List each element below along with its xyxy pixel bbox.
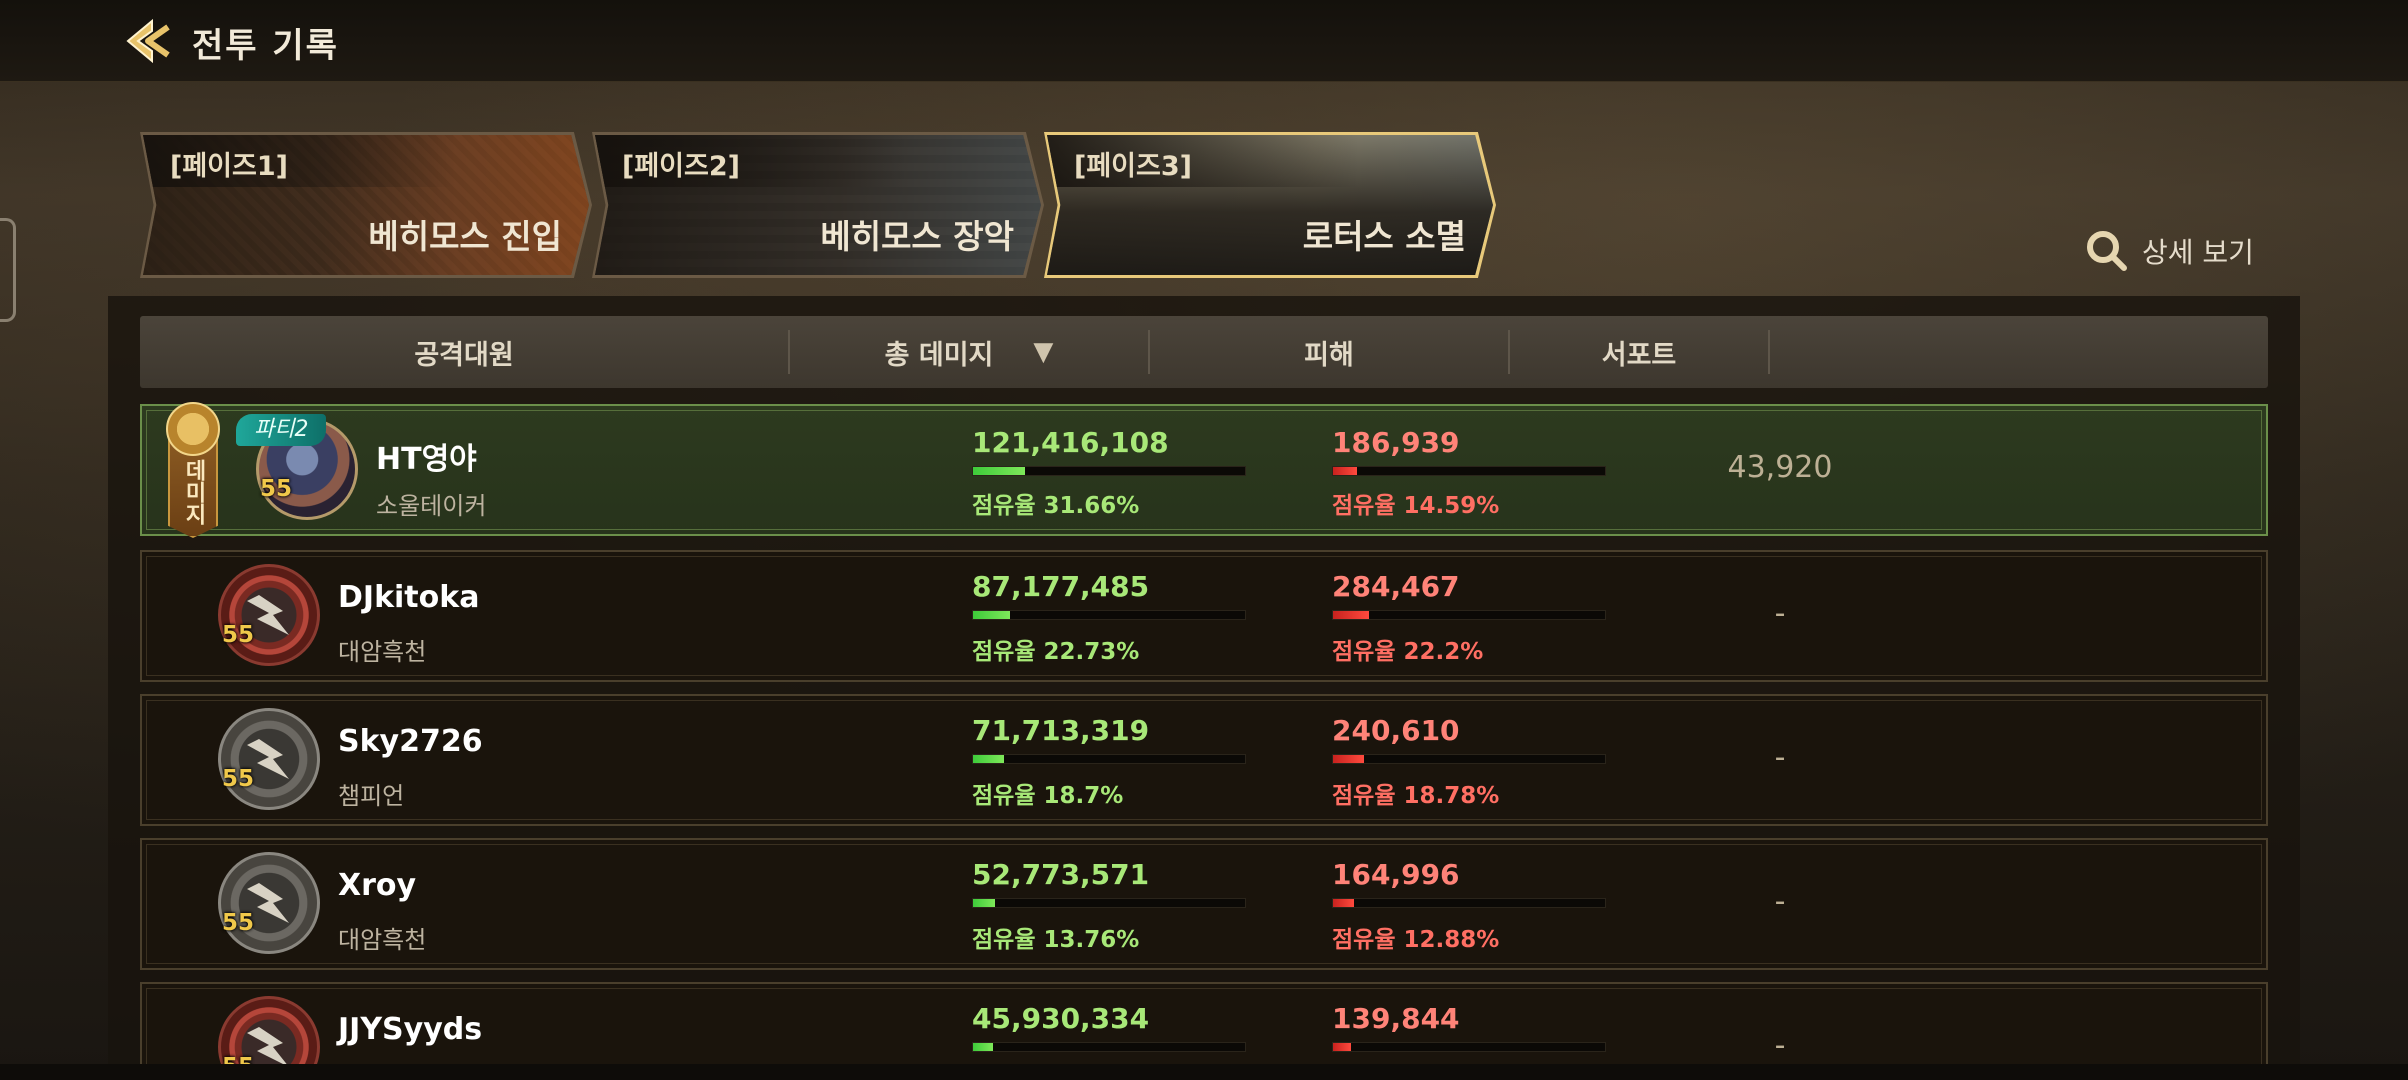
column-header-total-damage[interactable]: 총 데미지 ▼ <box>790 316 1148 388</box>
damage-bar <box>972 466 1246 476</box>
column-header-label: 총 데미지 <box>884 339 994 371</box>
player-name: HT영야 <box>376 442 477 477</box>
damage-taken-bar <box>1332 610 1606 620</box>
level-badge: 55 <box>260 476 293 502</box>
support-value: - <box>1774 740 1786 775</box>
table-row[interactable]: 55 DJkitoka 대암흑천 87,177,485 점유율 22.73% 2… <box>140 550 2268 682</box>
page-title: 전투 기록 <box>192 26 339 66</box>
sort-desc-icon: ▼ <box>1033 337 1054 367</box>
player-name: Xroy <box>338 868 417 903</box>
support-value: - <box>1774 884 1786 919</box>
detail-view-label: 상세 보기 <box>2142 236 2254 269</box>
player-class: 대암흑천 <box>338 638 427 666</box>
damage-value: 121,416,108 <box>972 426 1169 459</box>
tab-phase-label: [페이즈1] <box>170 151 288 182</box>
top-bar: 전투 기록 <box>0 0 2408 82</box>
level-badge: 55 <box>222 766 255 792</box>
class-emblem-icon <box>218 708 320 810</box>
medal-label: 데미지 <box>181 459 206 525</box>
player-class: 소울테이커 <box>376 492 487 520</box>
damage-taken-value: 240,610 <box>1332 714 1460 747</box>
table-header: 공격대원 총 데미지 ▼ 피해 서포트 <box>140 316 2268 388</box>
party-badge: 파티2 <box>236 414 327 446</box>
table-row[interactable]: 55 Sky2726 챔피언 71,713,319 점유율 18.7% 240,… <box>140 694 2268 826</box>
support-value: - <box>1774 596 1786 631</box>
detail-view-button[interactable]: 상세 보기 <box>2084 228 2254 274</box>
player-name: Sky2726 <box>338 724 483 759</box>
tab-name: 베히모스 진입 <box>368 217 562 256</box>
damage-taken-bar <box>1332 898 1606 908</box>
damage-taken-value: 139,844 <box>1332 1002 1460 1035</box>
back-arrow-icon <box>126 18 170 64</box>
damage-bar <box>972 754 1246 764</box>
damage-bar <box>972 898 1246 908</box>
damage-share: 점유율 22.73% <box>972 639 1140 665</box>
damage-value: 45,930,334 <box>972 1002 1150 1035</box>
damage-share: 점유율 13.76% <box>972 927 1140 953</box>
class-emblem-icon <box>218 564 320 666</box>
damage-medal: 데미지 <box>164 400 222 540</box>
back-button[interactable] <box>118 14 178 68</box>
damage-share: 점유율 31.66% <box>972 493 1140 519</box>
table-row[interactable]: 55 Xroy 대암흑천 52,773,571 점유율 13.76% 164,9… <box>140 838 2268 970</box>
damage-taken-share: 점유율 22.2% <box>1332 639 1484 665</box>
player-name: JJYSyyds <box>338 1012 483 1047</box>
tab-phase-3[interactable]: [페이즈3] 로터스 소멸 <box>1044 132 1496 278</box>
damage-taken-share: 점유율 14.59% <box>1332 493 1500 519</box>
damage-share: 점유율 18.7% <box>972 783 1124 809</box>
tab-phase-1[interactable]: [페이즈1] 베히모스 진입 <box>140 132 592 278</box>
damage-taken-share: 점유율 12.88% <box>1332 927 1500 953</box>
column-header-damage-taken[interactable]: 피해 <box>1150 316 1508 388</box>
search-icon <box>2087 231 2127 271</box>
level-badge: 55 <box>222 622 255 648</box>
bottom-edge <box>0 1064 2408 1080</box>
damage-bar <box>972 610 1246 620</box>
column-header-member[interactable]: 공격대원 <box>140 316 788 388</box>
class-emblem-icon <box>218 852 320 954</box>
tab-phase-2[interactable]: [페이즈2] 베히모스 장악 <box>592 132 1044 278</box>
player-name: DJkitoka <box>338 580 480 615</box>
player-class: 대암흑천 <box>338 926 427 954</box>
side-drawer-handle[interactable] <box>0 218 16 322</box>
table-row[interactable]: 55 HT영야 소울테이커 121,416,108 점유율 31.66% 186… <box>140 404 2268 536</box>
tab-phase-label: [페이즈2] <box>622 151 740 182</box>
damage-taken-bar <box>1332 754 1606 764</box>
damage-taken-share: 점유율 18.78% <box>1332 783 1500 809</box>
damage-taken-value: 284,467 <box>1332 570 1460 603</box>
damage-bar <box>972 1042 1246 1052</box>
column-header-support[interactable]: 서포트 <box>1510 316 1768 388</box>
tab-phase-label: [페이즈3] <box>1074 151 1192 182</box>
damage-value: 71,713,319 <box>972 714 1150 747</box>
tab-name: 로터스 소멸 <box>1302 217 1466 256</box>
damage-taken-bar <box>1332 466 1606 476</box>
level-badge: 55 <box>222 910 255 936</box>
tab-name: 베히모스 장악 <box>820 217 1014 256</box>
fist-icon <box>166 402 220 456</box>
damage-value: 87,177,485 <box>972 570 1150 603</box>
support-value: 43,920 <box>1727 450 1833 485</box>
player-class: 챔피언 <box>338 782 405 810</box>
damage-taken-value: 164,996 <box>1332 858 1460 891</box>
support-value: - <box>1774 1028 1786 1063</box>
damage-taken-value: 186,939 <box>1332 426 1460 459</box>
damage-taken-bar <box>1332 1042 1606 1052</box>
damage-value: 52,773,571 <box>972 858 1150 891</box>
